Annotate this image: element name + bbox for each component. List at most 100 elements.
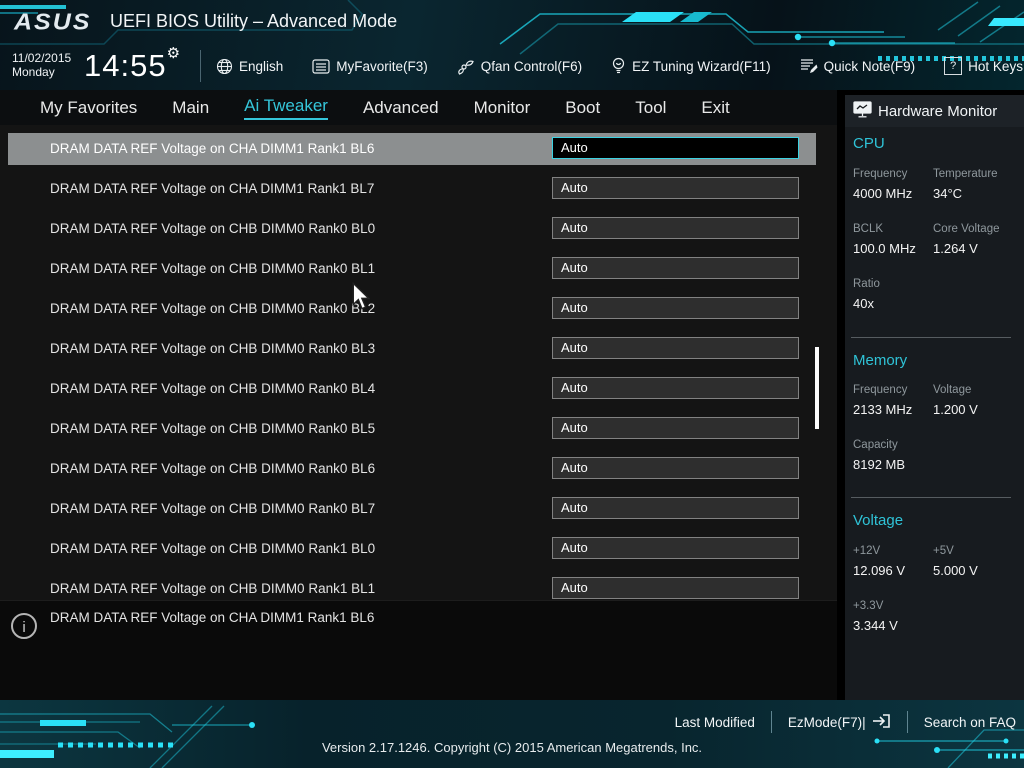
setting-value-dropdown[interactable]: Auto (552, 177, 799, 199)
setting-label: DRAM DATA REF Voltage on CHB DIMM0 Rank0… (50, 373, 375, 405)
tab-main[interactable]: Main (172, 98, 209, 118)
setting-row[interactable]: DRAM DATA REF Voltage on CHB DIMM0 Rank0… (8, 253, 816, 285)
info-icon: i (11, 613, 37, 639)
footer-links: Last Modified EzMode(F7)| Search on FAQ (675, 711, 1016, 733)
setting-label: DRAM DATA REF Voltage on CHB DIMM0 Rank0… (50, 453, 375, 485)
setting-value-dropdown[interactable]: Auto (552, 417, 799, 439)
hot-keys-icon: ? (944, 57, 962, 75)
cpu-frequency: Frequency4000 MHz (853, 168, 943, 201)
setting-value-dropdown[interactable]: Auto (552, 377, 799, 399)
section-divider (851, 337, 1011, 338)
setting-row[interactable]: DRAM DATA REF Voltage on CHB DIMM0 Rank1… (8, 573, 816, 600)
setting-label: DRAM DATA REF Voltage on CHB DIMM0 Rank0… (50, 493, 375, 525)
setting-label: DRAM DATA REF Voltage on CHB DIMM0 Rank0… (50, 333, 375, 365)
header: ASUS UEFI BIOS Utility – Advanced Mode 1… (0, 0, 1024, 90)
qfan-label: Qfan Control(F6) (481, 59, 582, 74)
myfavorite-icon (312, 59, 330, 74)
search-faq-label: Search on FAQ (924, 715, 1016, 730)
setting-row[interactable]: DRAM DATA REF Voltage on CHA DIMM1 Rank1… (8, 133, 816, 165)
setting-row[interactable]: DRAM DATA REF Voltage on CHB DIMM0 Rank0… (8, 413, 816, 445)
memory-frequency: Frequency2133 MHz (853, 384, 943, 417)
setting-label: DRAM DATA REF Voltage on CHA DIMM1 Rank1… (50, 173, 374, 205)
last-modified-button[interactable]: Last Modified (675, 715, 755, 730)
main-menu-tabbar: My Favorites Main Ai Tweaker Advanced Mo… (0, 90, 837, 125)
cpu-bclk: BCLK100.0 MHz (853, 223, 943, 256)
setting-value-dropdown[interactable]: Auto (552, 537, 799, 559)
quick-note-label: Quick Note(F9) (824, 59, 916, 74)
setting-label: DRAM DATA REF Voltage on CHB DIMM0 Rank0… (50, 293, 375, 325)
setting-value-dropdown[interactable]: Auto (552, 457, 799, 479)
setting-value-dropdown[interactable]: Auto (552, 497, 799, 519)
asus-logo: ASUS (14, 9, 91, 36)
section-divider (851, 497, 1011, 498)
ez-tuning-wizard-button[interactable]: EZ Tuning Wizard(F11) (611, 57, 771, 75)
tab-tool[interactable]: Tool (635, 98, 666, 118)
search-on-faq-button[interactable]: Search on FAQ (924, 715, 1016, 730)
globe-icon (216, 58, 233, 75)
setting-row[interactable]: DRAM DATA REF Voltage on CHB DIMM0 Rank0… (8, 453, 816, 485)
description-text: DRAM DATA REF Voltage on CHA DIMM1 Rank1… (50, 610, 374, 625)
setting-row[interactable]: DRAM DATA REF Voltage on CHB DIMM0 Rank1… (8, 533, 816, 565)
tab-my-favorites[interactable]: My Favorites (40, 98, 137, 118)
setting-row[interactable]: DRAM DATA REF Voltage on CHB DIMM0 Rank0… (8, 333, 816, 365)
setting-value-dropdown[interactable]: Auto (552, 257, 799, 279)
time-display[interactable]: 14:55⚙ (84, 44, 181, 84)
app-title: UEFI BIOS Utility – Advanced Mode (110, 11, 397, 32)
settings-list: DRAM DATA REF Voltage on CHA DIMM1 Rank1… (0, 125, 837, 600)
tab-exit[interactable]: Exit (701, 98, 729, 118)
exit-to-ezmode-icon (871, 713, 891, 732)
footer-separator (907, 711, 908, 733)
voltage-12v: +12V12.096 V (853, 545, 943, 578)
cpu-ratio: Ratio40x (853, 278, 943, 311)
hot-keys-button[interactable]: ? Hot Keys (944, 57, 1023, 75)
setting-label: DRAM DATA REF Voltage on CHB DIMM0 Rank1… (50, 533, 375, 565)
setting-value-dropdown[interactable]: Auto (552, 137, 799, 159)
ezmode-button[interactable]: EzMode(F7)| (788, 713, 891, 732)
setting-row[interactable]: DRAM DATA REF Voltage on CHB DIMM0 Rank0… (8, 493, 816, 525)
setting-row[interactable]: DRAM DATA REF Voltage on CHB DIMM0 Rank0… (8, 213, 816, 245)
qfan-icon (457, 58, 475, 75)
quick-note-icon (800, 58, 818, 74)
date-value: 11/02/2015 (12, 51, 71, 65)
hardware-monitor-header: Hardware Monitor (845, 95, 1024, 127)
voltage-3-3v: +3.3V3.344 V (853, 600, 943, 633)
toolbar-separator (200, 50, 201, 82)
time-value: 14:55 (84, 48, 167, 83)
footer-separator (771, 711, 772, 733)
day-value: Monday (12, 65, 71, 79)
setting-label: DRAM DATA REF Voltage on CHB DIMM0 Rank0… (50, 213, 375, 245)
tab-advanced[interactable]: Advanced (363, 98, 439, 118)
ezmode-label: EzMode(F7)| (788, 715, 866, 730)
memory-capacity: Capacity8192 MB (853, 439, 943, 472)
setting-label: DRAM DATA REF Voltage on CHA DIMM1 Rank1… (50, 133, 374, 165)
setting-value-dropdown[interactable]: Auto (552, 217, 799, 239)
setting-value-dropdown[interactable]: Auto (552, 297, 799, 319)
voltage-5v: +5V5.000 V (933, 545, 1023, 578)
quick-note-button[interactable]: Quick Note(F9) (800, 58, 916, 74)
footer-bar: Last Modified EzMode(F7)| Search on FAQ … (0, 700, 1024, 768)
memory-section-heading: Memory (853, 352, 907, 369)
tab-boot[interactable]: Boot (565, 98, 600, 118)
date-display[interactable]: 11/02/2015 Monday (12, 51, 71, 79)
setting-value-dropdown[interactable]: Auto (552, 337, 799, 359)
ez-tuning-label: EZ Tuning Wizard(F11) (632, 59, 771, 74)
setting-row[interactable]: DRAM DATA REF Voltage on CHB DIMM0 Rank0… (8, 373, 816, 405)
hot-keys-label: Hot Keys (968, 59, 1023, 74)
hardware-monitor-title: Hardware Monitor (878, 103, 997, 120)
tab-monitor[interactable]: Monitor (474, 98, 531, 118)
clock-settings-gear-icon[interactable]: ⚙ (167, 45, 181, 62)
cpu-core-voltage: Core Voltage1.264 V (933, 223, 1023, 256)
voltage-section-heading: Voltage (853, 512, 903, 529)
myfavorite-button[interactable]: MyFavorite(F3) (312, 59, 428, 74)
monitor-graph-icon (853, 101, 872, 122)
qfan-control-button[interactable]: Qfan Control(F6) (457, 58, 582, 75)
setting-value-dropdown[interactable]: Auto (552, 577, 799, 599)
scrollbar-thumb[interactable] (815, 347, 819, 429)
header-toolbar: English MyFavorite(F3) Qfan Contr (216, 52, 1023, 80)
tab-ai-tweaker[interactable]: Ai Tweaker (244, 96, 328, 120)
setting-row[interactable]: DRAM DATA REF Voltage on CHA DIMM1 Rank1… (8, 173, 816, 205)
setting-row[interactable]: DRAM DATA REF Voltage on CHB DIMM0 Rank0… (8, 293, 816, 325)
language-button[interactable]: English (216, 58, 283, 75)
cpu-temperature: Temperature34°C (933, 168, 1023, 201)
myfavorite-label: MyFavorite(F3) (336, 59, 428, 74)
